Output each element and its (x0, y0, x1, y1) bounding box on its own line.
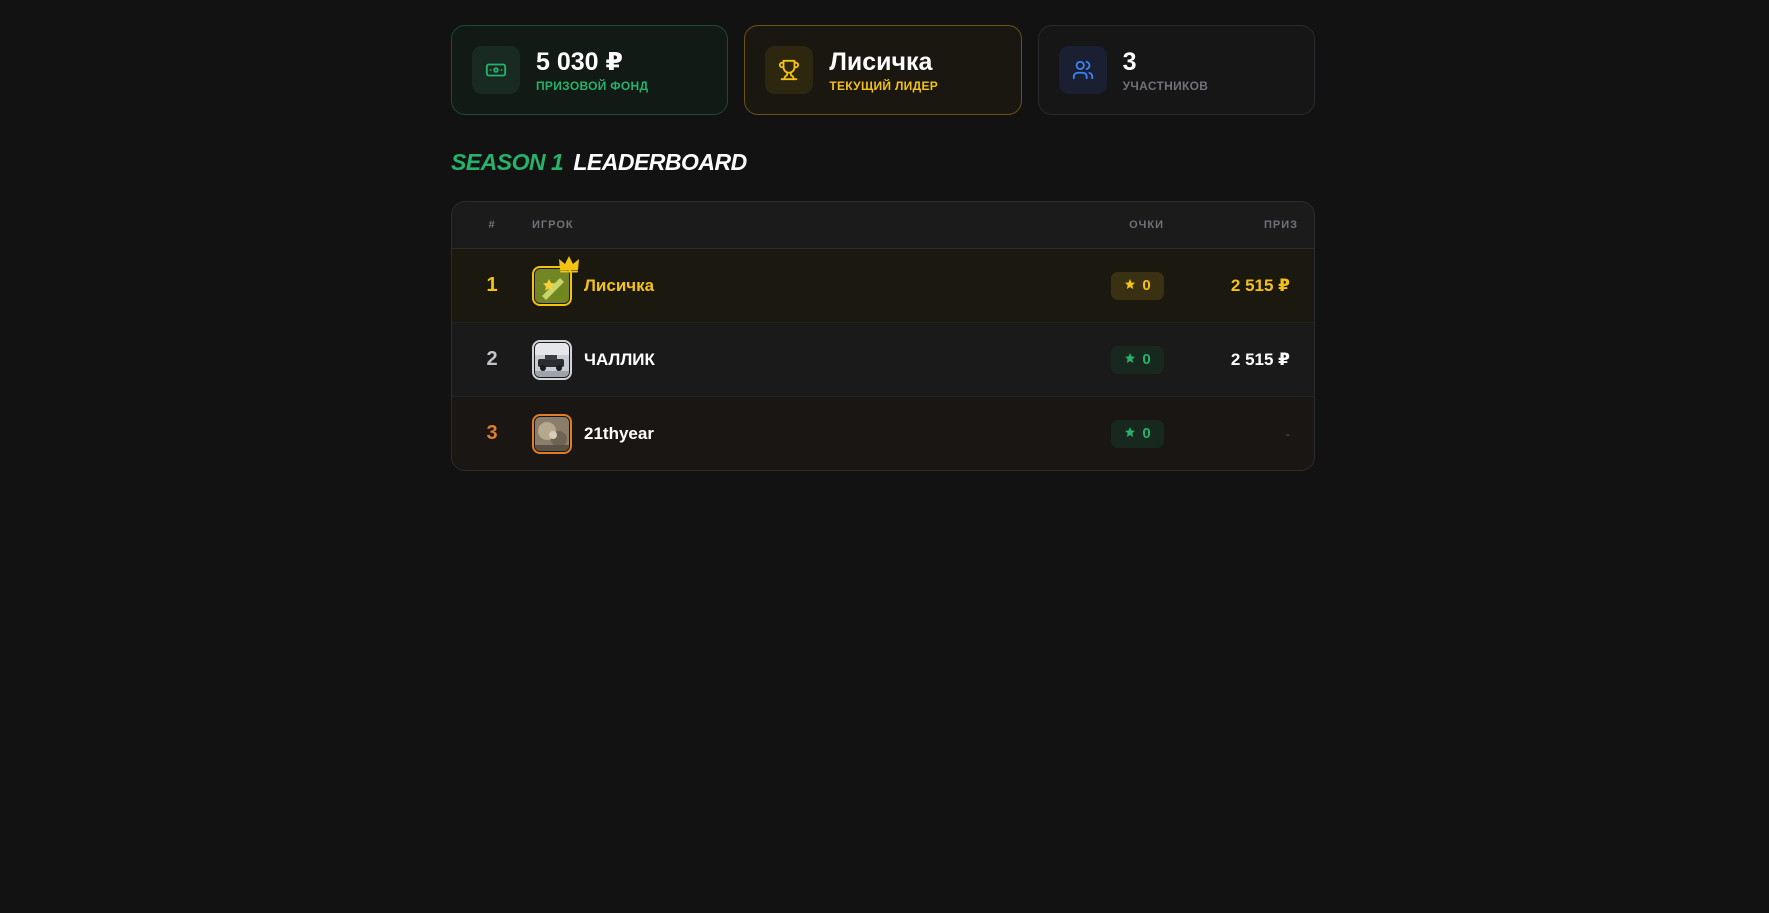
leaderboard-page: 5 030 ₽ ПРИЗОВОЙ ФОНД Лисичка ТЕКУЩИЙ ЛИ… (451, 25, 1315, 471)
row-player: ЧАЛЛИК (532, 339, 1054, 380)
prize-pool-value: 5 030 ₽ (536, 48, 623, 76)
table-header: # ИГРОК ОЧКИ ПРИЗ (452, 202, 1314, 249)
row-prize: 2 515 ₽ (1230, 349, 1290, 369)
star-icon (1124, 351, 1136, 368)
season-label: SEASON 1 (451, 149, 564, 175)
star-icon (1124, 277, 1136, 294)
row-player: Лисичка (532, 255, 1054, 306)
participants-card: 3 УЧАСТНИКОВ (1037, 25, 1315, 115)
points-value: 0 (1142, 351, 1151, 368)
avatar-image (535, 342, 569, 377)
participants-label: УЧАСТНИКОВ (1122, 79, 1209, 93)
participants-value: 3 (1122, 48, 1137, 76)
leader-label: ТЕКУЩИЙ ЛИДЕР (829, 79, 939, 93)
avatar[interactable] (532, 413, 572, 454)
avatar-image (535, 416, 569, 451)
star-icon (1124, 425, 1136, 442)
table-row[interactable]: 1 Лисичка 0 2 515 ₽ (452, 249, 1314, 323)
row-rank: 2 (486, 348, 498, 370)
leaderboard-title: LEADERBOARD (573, 149, 747, 175)
points-value: 0 (1142, 425, 1151, 442)
avatar-image (535, 268, 569, 303)
leader-card: Лисичка ТЕКУЩИЙ ЛИДЕР (744, 25, 1022, 115)
stats-row: 5 030 ₽ ПРИЗОВОЙ ФОНД Лисичка ТЕКУЩИЙ ЛИ… (451, 25, 1315, 115)
row-prize: - (1285, 425, 1290, 442)
leaderboard-table: # ИГРОК ОЧКИ ПРИЗ 1 Лисичка 0 2 515 ₽ 2 … (451, 201, 1315, 471)
player-name[interactable]: Лисичка (584, 276, 654, 296)
points-badge: 0 (1111, 271, 1164, 300)
users-icon (1058, 46, 1107, 94)
leader-value: Лисичка (829, 48, 933, 76)
row-rank: 1 (486, 274, 498, 296)
row-prize: 2 515 ₽ (1230, 275, 1290, 295)
table-row[interactable]: 3 21thyear 0 - (452, 397, 1314, 470)
row-player: 21thyear (532, 413, 1054, 454)
header-points: ОЧКИ (1129, 219, 1164, 231)
avatar[interactable] (532, 339, 572, 380)
player-name[interactable]: ЧАЛЛИК (584, 350, 655, 370)
row-points: 0 (1054, 419, 1174, 448)
row-points: 0 (1054, 345, 1174, 374)
row-points: 0 (1054, 271, 1174, 300)
table-row[interactable]: 2 ЧАЛЛИК 0 2 515 ₽ (452, 323, 1314, 397)
banknote-icon (472, 46, 520, 94)
points-badge: 0 (1111, 419, 1164, 448)
prize-pool-label: ПРИЗОВОЙ ФОНД (536, 79, 649, 93)
player-name[interactable]: 21thyear (584, 424, 654, 444)
leaderboard-heading: SEASON 1 LEADERBOARD (451, 149, 1315, 179)
crown-icon (558, 255, 580, 273)
header-prize: ПРИЗ (1263, 219, 1298, 231)
header-player: ИГРОК (532, 219, 574, 231)
prize-pool-card: 5 030 ₽ ПРИЗОВОЙ ФОНД (451, 25, 729, 115)
row-rank: 3 (486, 422, 498, 444)
points-value: 0 (1142, 277, 1151, 294)
header-rank: # (488, 219, 496, 231)
points-badge: 0 (1111, 345, 1164, 374)
avatar[interactable] (532, 255, 579, 306)
trophy-icon (765, 46, 814, 94)
